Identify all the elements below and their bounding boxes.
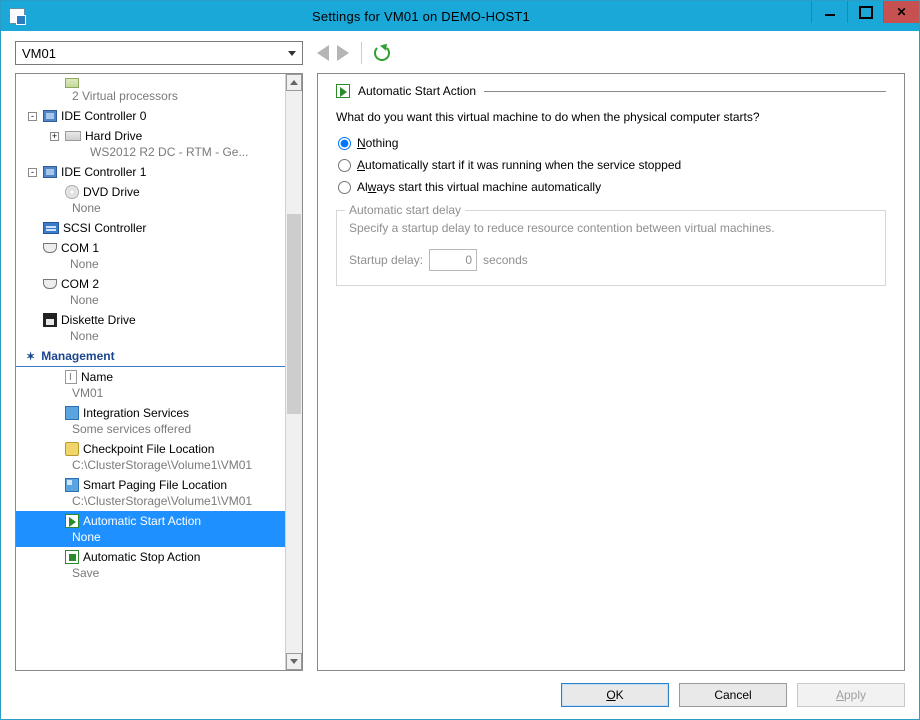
cancel-button[interactable]: Cancel — [679, 683, 787, 707]
window-title: Settings for VM01 on DEMO-HOST1 — [31, 9, 811, 24]
panel-title: Automatic Start Action — [358, 84, 476, 98]
nav-forward-button[interactable] — [337, 45, 349, 61]
radio-nothing-input[interactable] — [338, 137, 351, 150]
panel-header: Automatic Start Action — [336, 84, 886, 98]
nav-buttons — [317, 42, 390, 64]
expander-icon[interactable]: - — [28, 112, 37, 121]
tree-scroll[interactable]: 2 Virtual processors - IDE Controller 0 — [16, 74, 285, 670]
controller-icon — [43, 110, 57, 122]
start-delay-group: Automatic start delay Specify a startup … — [336, 210, 886, 286]
apply-button[interactable]: Apply — [797, 683, 905, 707]
smartpaging-icon — [65, 478, 79, 492]
tree-item-auto-start[interactable]: Automatic Start Action None — [16, 511, 285, 547]
tree-item-processor-sub[interactable]: 2 Virtual processors — [16, 76, 285, 106]
delay-hint: Specify a startup delay to reduce resour… — [349, 221, 873, 235]
radio-auto-input[interactable] — [338, 159, 351, 172]
ok-button[interactable]: OK — [561, 683, 669, 707]
tree-item-integration-services[interactable]: Integration Services Some services offer… — [16, 403, 285, 439]
scroll-up-button[interactable] — [286, 74, 302, 91]
radio-always[interactable]: Always start this virtual machine automa… — [338, 180, 886, 194]
settings-window: Settings for VM01 on DEMO-HOST1 VM01 — [0, 0, 920, 720]
name-icon — [65, 370, 77, 384]
radio-nothing[interactable]: Nothing — [338, 136, 886, 150]
minimize-button[interactable] — [811, 1, 847, 23]
controller-icon — [43, 166, 57, 178]
tree-item-smart-paging[interactable]: Smart Paging File Location C:\ClusterSto… — [16, 475, 285, 511]
delay-input[interactable] — [429, 249, 477, 271]
dvd-icon — [65, 185, 79, 199]
chevron-down-icon — [288, 51, 296, 56]
tree-item-auto-stop[interactable]: Automatic Stop Action Save — [16, 547, 285, 583]
cpu-icon — [65, 78, 79, 88]
tree-item-ide1[interactable]: - IDE Controller 1 — [16, 162, 285, 182]
tree-item-name[interactable]: Name VM01 — [16, 367, 285, 403]
dialog-footer: OK Cancel Apply — [15, 671, 905, 707]
body: 2 Virtual processors - IDE Controller 0 — [15, 73, 905, 671]
tree-item-com2[interactable]: COM 2 None — [16, 274, 285, 310]
close-button[interactable] — [883, 1, 919, 23]
checkpoint-icon — [65, 442, 79, 456]
tree-item-checkpoint-location[interactable]: Checkpoint File Location C:\ClusterStora… — [16, 439, 285, 475]
maximize-button[interactable] — [847, 1, 883, 23]
floppy-icon — [43, 313, 57, 327]
serial-icon — [43, 279, 57, 289]
expander-icon[interactable]: - — [28, 168, 37, 177]
window-buttons — [811, 1, 919, 31]
start-icon — [336, 84, 350, 98]
delay-label: Startup delay: — [349, 253, 423, 267]
stop-icon — [65, 550, 79, 564]
refresh-icon[interactable] — [374, 45, 390, 61]
tree-item-ide0[interactable]: - IDE Controller 0 — [16, 106, 285, 126]
delay-unit: seconds — [483, 253, 528, 267]
titlebar[interactable]: Settings for VM01 on DEMO-HOST1 — [1, 1, 919, 31]
nav-back-button[interactable] — [317, 45, 329, 61]
panel-question: What do you want this virtual machine to… — [336, 110, 886, 124]
tree-item-dvd[interactable]: DVD Drive None — [16, 182, 285, 218]
section-management[interactable]: ✶ Management — [16, 346, 285, 367]
tree-scrollbar[interactable] — [285, 74, 302, 670]
start-icon — [65, 514, 79, 528]
harddrive-icon — [65, 131, 81, 141]
vm-selector-value: VM01 — [22, 46, 56, 61]
chevron-icon: ✶ — [26, 350, 35, 363]
detail-panel: Automatic Start Action What do you want … — [317, 73, 905, 671]
client-area: VM01 — [1, 31, 919, 719]
top-row: VM01 — [15, 41, 905, 65]
settings-tree: 2 Virtual processors - IDE Controller 0 — [15, 73, 303, 671]
radio-always-input[interactable] — [338, 181, 351, 194]
app-icon — [9, 8, 25, 24]
group-legend: Automatic start delay — [345, 203, 465, 217]
expander-icon[interactable]: + — [50, 132, 59, 141]
tree-item-diskette[interactable]: Diskette Drive None — [16, 310, 285, 346]
scroll-down-button[interactable] — [286, 653, 302, 670]
vm-selector[interactable]: VM01 — [15, 41, 303, 65]
separator — [361, 42, 362, 64]
tree-item-scsi[interactable]: SCSI Controller — [16, 218, 285, 238]
tree-item-com1[interactable]: COM 1 None — [16, 238, 285, 274]
header-rule — [484, 91, 886, 92]
integration-icon — [65, 406, 79, 420]
delay-row: Startup delay: seconds — [349, 249, 873, 271]
radio-auto-if-running[interactable]: Automatically start if it was running wh… — [338, 158, 886, 172]
start-action-radios: Nothing Automatically start if it was ru… — [338, 136, 886, 194]
tree-item-harddrive[interactable]: + Hard Drive WS2012 R2 DC - RTM - Ge... — [16, 126, 285, 162]
serial-icon — [43, 243, 57, 253]
scroll-thumb[interactable] — [287, 214, 301, 414]
scsi-icon — [43, 222, 59, 234]
